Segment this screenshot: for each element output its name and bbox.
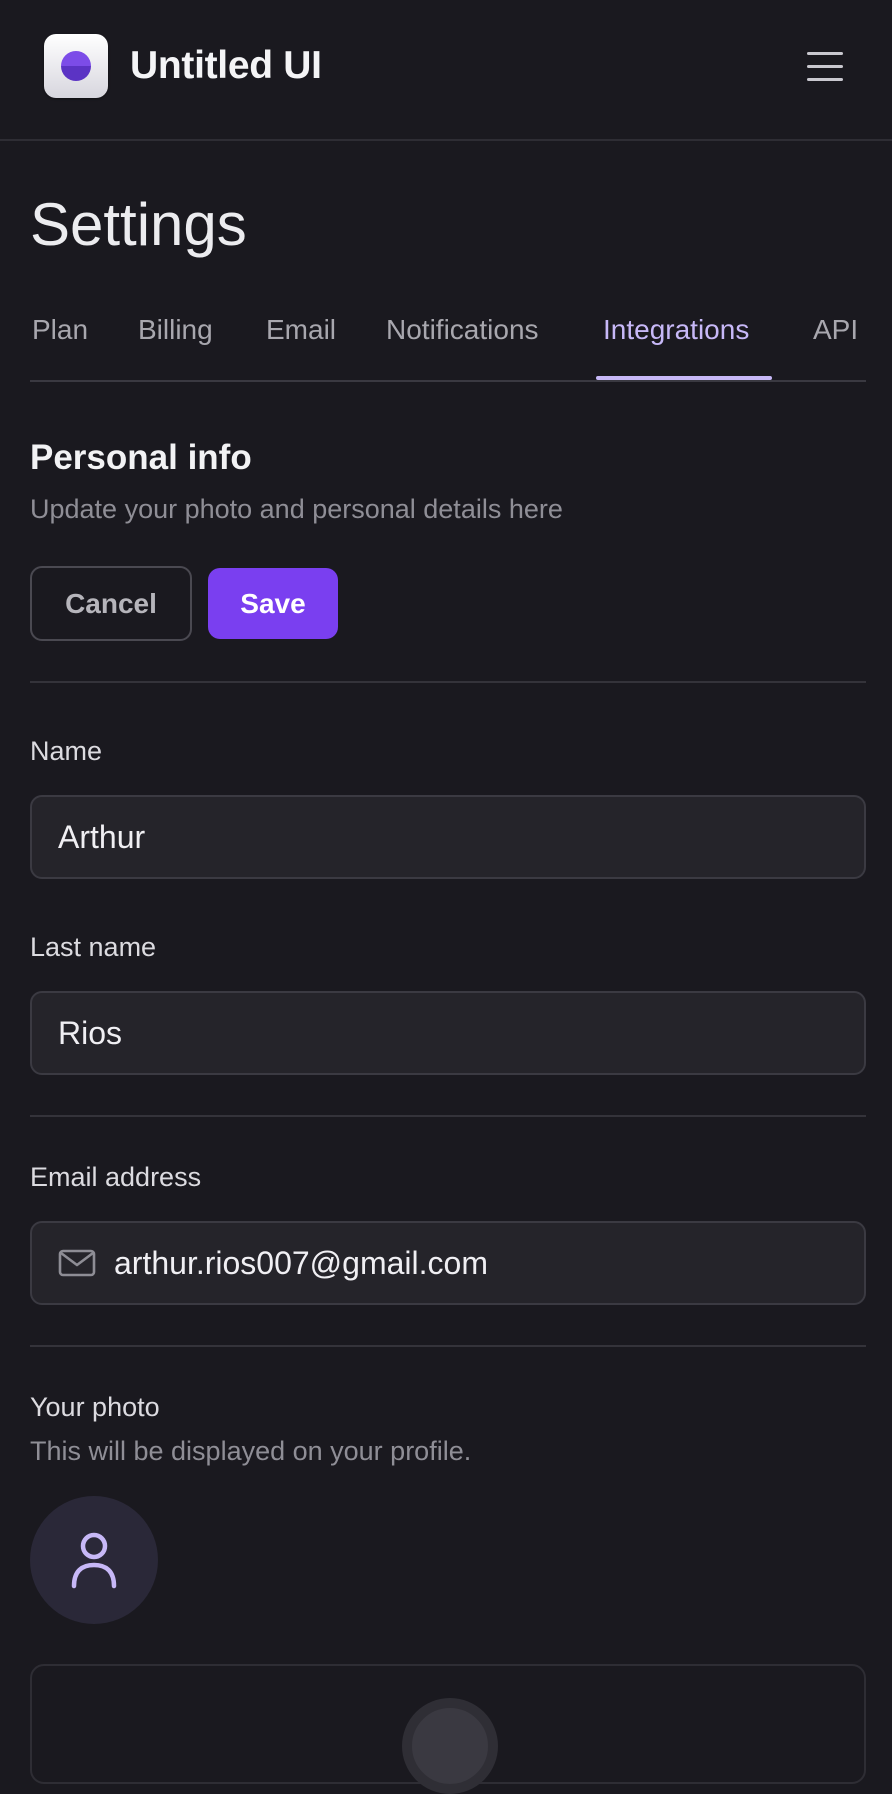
email-input[interactable]: arthur.rios007@gmail.com	[30, 1221, 866, 1305]
avatar[interactable]	[30, 1496, 158, 1624]
photo-subtitle: This will be displayed on your profile.	[30, 1436, 472, 1466]
top-bar: Untitled UI	[0, 0, 892, 141]
tab-billing[interactable]: Billing	[138, 310, 213, 382]
last-name-label: Last name	[30, 932, 157, 962]
menu-line	[807, 65, 843, 68]
divider	[30, 1345, 866, 1347]
menu-line	[807, 52, 843, 55]
mail-icon	[58, 1249, 96, 1277]
tab-integrations[interactable]: Integrations	[603, 310, 749, 382]
divider	[30, 681, 866, 683]
divider	[30, 1115, 866, 1117]
app-logo-icon[interactable]	[44, 34, 108, 98]
photo-upload-area[interactable]	[30, 1664, 866, 1794]
active-tab-indicator	[596, 376, 772, 380]
settings-tabs: Plan Billing Email Notifications Integra…	[30, 310, 866, 382]
email-input-value: arthur.rios007@gmail.com	[114, 1244, 488, 1281]
section-subtitle: Update your photo and personal details h…	[30, 494, 563, 524]
tab-email[interactable]: Email	[266, 310, 336, 382]
last-name-input-value: Rios	[58, 1014, 123, 1051]
name-input-value: Arthur	[58, 818, 146, 855]
user-icon	[71, 1532, 117, 1589]
cancel-button[interactable]: Cancel	[30, 566, 192, 641]
hamburger-menu-icon[interactable]	[804, 50, 848, 84]
page-title: Settings	[30, 191, 247, 258]
last-name-input[interactable]: Rios	[30, 991, 866, 1075]
logo-dot	[61, 51, 91, 81]
email-label: Email address	[30, 1162, 202, 1192]
tab-plan[interactable]: Plan	[32, 310, 88, 382]
app-title: Untitled UI	[130, 44, 322, 87]
menu-line	[807, 78, 843, 81]
upload-cloud-icon	[402, 1698, 498, 1794]
name-input[interactable]: Arthur	[30, 795, 866, 879]
save-button[interactable]: Save	[208, 568, 338, 639]
tab-notifications[interactable]: Notifications	[386, 310, 539, 382]
name-label: Name	[30, 736, 103, 766]
tab-api[interactable]: API	[813, 310, 858, 382]
section-title: Personal info	[30, 438, 252, 477]
photo-label: Your photo	[30, 1392, 160, 1422]
